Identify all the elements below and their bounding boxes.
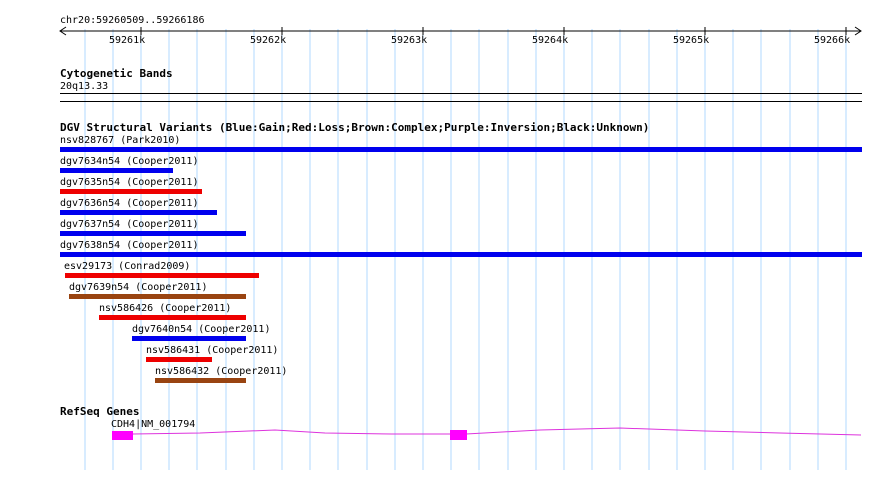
cytoband-top-line: [60, 93, 862, 94]
genome-browser-panel: chr20:59260509..59266186 59261k 59262k 592…: [0, 0, 890, 491]
variant-label[interactable]: nsv586432 (Cooper2011): [155, 366, 287, 377]
cytoband-label[interactable]: 20q13.33: [60, 81, 108, 92]
ruler-tick-label: 59264k: [532, 35, 569, 46]
variant-bar[interactable]: [146, 357, 212, 362]
ruler-tick-label: 59266k: [814, 35, 851, 46]
variant-label[interactable]: dgv7636n54 (Cooper2011): [60, 198, 198, 209]
ruler-tick-label: 59263k: [391, 35, 428, 46]
gene-intron-line: [132, 427, 862, 436]
variant-bar[interactable]: [60, 252, 862, 257]
variant-label[interactable]: dgv7638n54 (Cooper2011): [60, 240, 198, 251]
variant-label[interactable]: dgv7639n54 (Cooper2011): [69, 282, 207, 293]
variant-bar[interactable]: [155, 378, 246, 383]
variant-bar[interactable]: [60, 189, 202, 194]
variant-bar[interactable]: [60, 231, 246, 236]
variant-bar[interactable]: [99, 315, 246, 320]
gene-model[interactable]: [0, 425, 890, 445]
ruler-tick-label: 59261k: [109, 35, 146, 46]
dgv-track-title: DGV Structural Variants (Blue:Gain;Red:L…: [60, 121, 650, 134]
variant-bar[interactable]: [60, 147, 862, 152]
variant-label[interactable]: nsv586426 (Cooper2011): [99, 303, 231, 314]
variant-label[interactable]: esv29173 (Conrad2009): [64, 261, 190, 272]
variant-label[interactable]: dgv7637n54 (Cooper2011): [60, 219, 198, 230]
variant-bar[interactable]: [132, 336, 246, 341]
cytoband-bottom-line: [60, 101, 862, 102]
variant-bar[interactable]: [60, 210, 217, 215]
variant-label[interactable]: nsv828767 (Park2010): [60, 135, 180, 146]
cytoband-track-title: Cytogenetic Bands: [60, 67, 173, 80]
ruler-tick-label: 59262k: [250, 35, 287, 46]
variant-label[interactable]: dgv7635n54 (Cooper2011): [60, 177, 198, 188]
ruler-tick-label: 59265k: [673, 35, 710, 46]
variant-bar[interactable]: [65, 273, 259, 278]
refseq-track-title: RefSeq Genes: [60, 405, 140, 418]
variant-label[interactable]: dgv7640n54 (Cooper2011): [132, 324, 270, 335]
gene-exon: [112, 431, 133, 440]
variant-label[interactable]: nsv586431 (Cooper2011): [146, 345, 278, 356]
gene-exon: [450, 430, 467, 440]
variant-bar[interactable]: [60, 168, 173, 173]
variant-bar[interactable]: [69, 294, 246, 299]
variant-label[interactable]: dgv7634n54 (Cooper2011): [60, 156, 198, 167]
